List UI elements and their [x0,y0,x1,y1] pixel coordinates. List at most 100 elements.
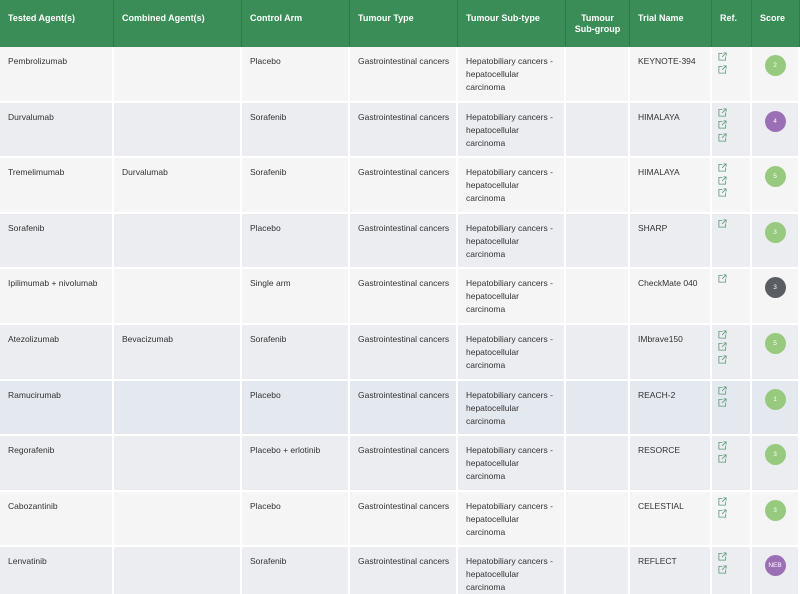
external-link-icon[interactable] [718,398,727,407]
header-tumour-subgroup-line1: Tumour [581,13,614,23]
table-row: Durvalumab Sorafenib Gastrointestinal ca… [0,102,800,159]
external-link-icon[interactable] [718,355,727,364]
cell-trial-name: IMbrave150 [630,324,712,381]
external-link-icon[interactable] [718,108,727,117]
score-badge[interactable]: 3 [764,221,786,243]
cell-refs [712,213,752,270]
cell-tested-agent: Tremelimumab [0,158,114,214]
subtype-line2: hepatocellular carcinoma [466,458,519,482]
external-link-icon[interactable] [718,454,727,463]
cell-tumour-type: Gastrointestinal cancers [350,380,458,437]
external-link-icon[interactable] [718,188,727,197]
cell-refs [712,491,752,548]
header-combined-agents[interactable]: Combined Agent(s) [114,0,242,47]
cell-score: 5 [752,324,800,381]
score-badge[interactable]: 5 [764,166,786,188]
score-badge[interactable]: 3 [764,277,786,299]
external-link-icon[interactable] [718,330,727,339]
external-link-icon[interactable] [718,441,727,450]
subtype-line2: hepatocellular carcinoma [466,346,519,370]
table-row: Lenvatinib Sorafenib Gastrointestinal ca… [0,547,800,594]
cell-tumour-subgroup [566,380,630,437]
external-link-icon[interactable] [718,219,727,228]
cell-score: 3 [752,269,800,325]
score-badge[interactable]: 1 [764,388,786,410]
cell-combined-agent: Bevacizumab [114,324,242,381]
cell-tested-agent: Cabozantinib [0,491,114,548]
cell-control-arm: Sorafenib [242,547,350,594]
external-link-icon[interactable] [718,274,727,283]
table-row: Tremelimumab Durvalumab Sorafenib Gastro… [0,158,800,214]
external-link-icon[interactable] [718,565,727,574]
cell-tested-agent: Regorafenib [0,436,114,492]
subtype-line2: hepatocellular carcinoma [466,402,519,426]
subtype-line2: hepatocellular carcinoma [466,124,519,148]
cell-refs [712,47,752,103]
cell-tumour-subtype: Hepatobiliary cancers - hepatocellular ca… [458,491,566,548]
score-badge[interactable]: 5 [764,332,786,354]
cell-control-arm: Sorafenib [242,158,350,214]
external-link-icon[interactable] [718,52,727,61]
table-header: Tested Agent(s) Combined Agent(s) Contro… [0,0,800,47]
cell-tumour-type: Gastrointestinal cancers [350,47,458,103]
subtype-line2: hepatocellular carcinoma [466,180,519,204]
cell-tested-agent: Sorafenib [0,213,114,270]
header-tumour-subgroup-line2: Sub-group [574,24,621,34]
cell-combined-agent [114,102,242,159]
header-tumour-subtype[interactable]: Tumour Sub-type [458,0,566,47]
cell-score: 5 [752,158,800,214]
table-row: Ipilimumab + nivolumab Single arm Gastro… [0,269,800,325]
subtype-line1: Hepatobiliary cancers - [466,389,553,400]
cell-trial-name: CheckMate 040 [630,269,712,325]
external-link-icon[interactable] [718,342,727,351]
cell-tumour-subtype: Hepatobiliary cancers - hepatocellular ca… [458,324,566,381]
cell-refs [712,547,752,594]
external-link-icon[interactable] [718,552,727,561]
score-badge[interactable]: 4 [764,110,786,132]
subtype-line2: hepatocellular carcinoma [466,235,519,259]
cell-tumour-subgroup [566,213,630,270]
table-row: Atezolizumab Bevacizumab Sorafenib Gastr… [0,324,800,381]
cell-control-arm: Placebo [242,380,350,437]
header-tumour-subgroup[interactable]: Tumour Sub-group [566,0,630,47]
subtype-line2: hepatocellular carcinoma [466,569,519,593]
header-ref: Ref. [712,0,752,47]
subtype-line1: Hepatobiliary cancers - [466,222,553,233]
cell-tumour-subtype: Hepatobiliary cancers - hepatocellular ca… [458,213,566,270]
table-row: Pembrolizumab Placebo Gastrointestinal c… [0,47,800,103]
cell-score: 3 [752,436,800,492]
table-row: Sorafenib Placebo Gastrointestinal cance… [0,213,800,270]
external-link-icon[interactable] [718,386,727,395]
score-badge[interactable]: 2 [764,55,786,76]
cell-tumour-subtype: Hepatobiliary cancers - hepatocellular ca… [458,158,566,214]
external-link-icon[interactable] [718,163,727,172]
cell-tumour-subtype: Hepatobiliary cancers - hepatocellular ca… [458,547,566,594]
cell-score: 1 [752,380,800,437]
score-badge[interactable]: NEB [764,555,786,577]
score-badge[interactable]: 3 [764,444,786,466]
cell-tested-agent: Ramucirumab [0,380,114,437]
cell-tumour-subtype: Hepatobiliary cancers - hepatocellular ca… [458,436,566,492]
header-tested-agents[interactable]: Tested Agent(s) [0,0,114,47]
subtype-line1: Hepatobiliary cancers - [466,278,553,289]
cell-trial-name: REFLECT [630,547,712,594]
external-link-icon[interactable] [718,176,727,185]
cell-control-arm: Placebo [242,491,350,548]
external-link-icon[interactable] [718,509,727,518]
cell-refs [712,324,752,381]
external-link-icon[interactable] [718,133,727,142]
cell-combined-agent: Durvalumab [114,158,242,214]
external-link-icon[interactable] [718,497,727,506]
header-score[interactable]: Score [752,0,800,47]
header-trial-name[interactable]: Trial Name [630,0,712,47]
cell-combined-agent [114,436,242,492]
cell-control-arm: Single arm [242,269,350,325]
external-link-icon[interactable] [718,64,727,74]
cell-tumour-subtype: Hepatobiliary cancers - hepatocellular ca… [458,102,566,159]
header-control-arm[interactable]: Control Arm [242,0,350,47]
cell-tumour-type: Gastrointestinal cancers [350,158,458,214]
score-badge[interactable]: 3 [764,499,786,521]
external-link-icon[interactable] [718,120,727,129]
cell-tumour-type: Gastrointestinal cancers [350,213,458,270]
header-tumour-type[interactable]: Tumour Type [350,0,458,47]
